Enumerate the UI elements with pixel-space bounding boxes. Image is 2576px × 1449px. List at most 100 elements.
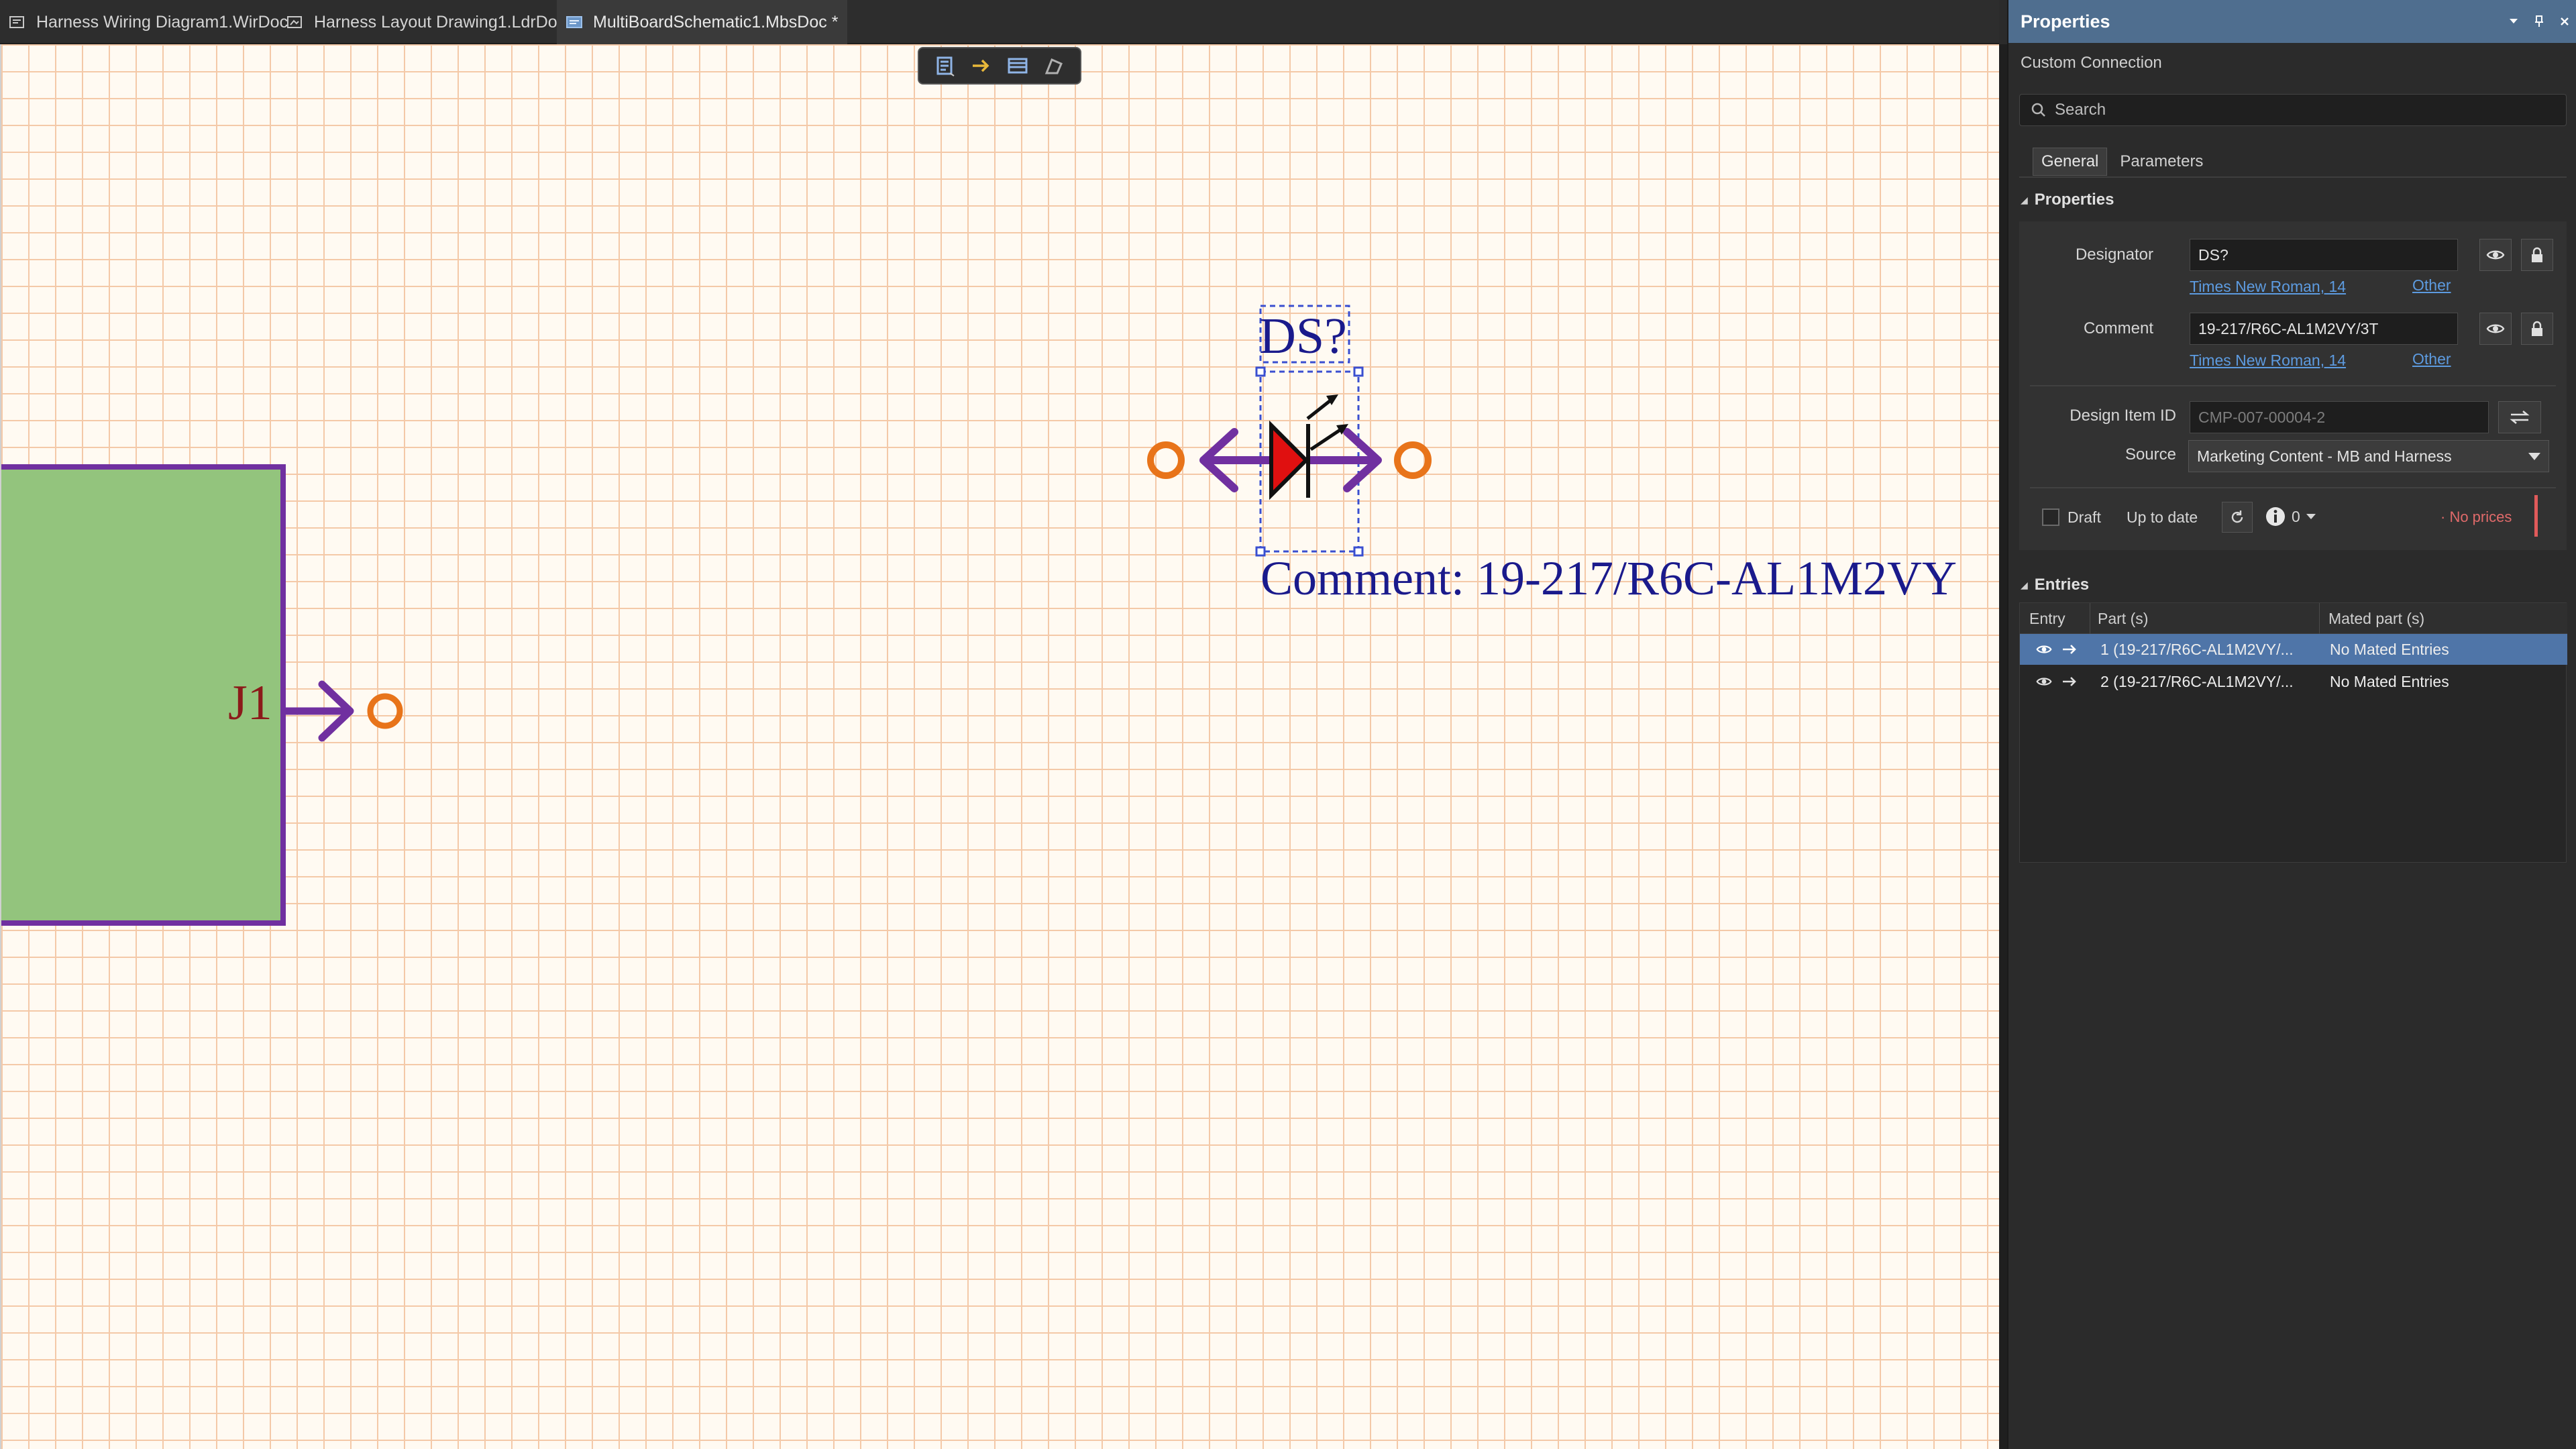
panel-title: Properties [2021, 11, 2110, 32]
led-symbol[interactable] [1147, 394, 1432, 500]
tab-general[interactable]: General [2033, 148, 2108, 176]
place-shape-button[interactable] [1039, 51, 1069, 80]
design-item-id-label: Design Item ID [2070, 407, 2176, 425]
comment-text[interactable]: Comment: 19-217/R6C-AL1M2VY [1260, 551, 1957, 605]
section-title: Properties [2034, 191, 2114, 209]
lock-icon [2532, 247, 2542, 262]
entry-part: 1 (19-217/R6C-AL1M2VY/... [2100, 641, 2294, 658]
connector-j1-label: J1 [228, 676, 272, 731]
entry-mated: No Mated Entries [2330, 673, 2449, 690]
comment-font-link[interactable]: Times New Roman, 14 [2190, 352, 2346, 370]
eye-icon [2486, 250, 2505, 260]
column-mated-parts[interactable]: Mated part (s) [2328, 610, 2424, 628]
entry-part: 2 (19-217/R6C-AL1M2VY/... [2100, 673, 2294, 690]
comment-visibility-button[interactable] [2479, 313, 2512, 345]
lock-icon [2532, 321, 2542, 336]
eye-icon[interactable] [2036, 641, 2052, 657]
chevron-down-icon [2528, 453, 2540, 460]
properties-section-header[interactable]: ◢ Properties [2021, 191, 2114, 209]
divider [2030, 487, 2556, 488]
column-entry[interactable]: Entry [2029, 610, 2065, 628]
table-row[interactable]: 2 (19-217/R6C-AL1M2VY/... No Mated Entri… [2020, 666, 2567, 697]
properties-section: Designator DS? Times New Roman, 14 Other… [2019, 221, 2567, 550]
design-item-id-field: CMP-007-00004-2 [2190, 401, 2489, 433]
entries-section-header[interactable]: ◢ Entries [2021, 576, 2089, 594]
comment-field[interactable]: 19-217/R6C-AL1M2VY/3T [2190, 313, 2458, 345]
designator-font-link[interactable]: Times New Roman, 14 [2190, 278, 2346, 296]
tab-harness-layout-drawing[interactable]: Harness Layout Drawing1.LdrDoc [278, 0, 575, 44]
comment-lock-button[interactable] [2521, 313, 2553, 345]
entry-mated: No Mated Entries [2330, 641, 2449, 658]
arrow-right-icon [2063, 645, 2076, 654]
panel-header: Properties [2008, 0, 2576, 43]
collapse-triangle-icon: ◢ [2021, 579, 2028, 590]
schematic-document-icon [566, 16, 582, 28]
search-icon [2031, 103, 2045, 117]
entries-table: Entry Part (s) Mated part (s) 1 (19-217/… [2019, 602, 2567, 863]
layout-document-icon [287, 16, 302, 28]
schematic-canvas[interactable]: J1 DS? Comment: 19-217/R6C-AL1M2VY [0, 44, 1999, 1449]
divider [2030, 385, 2556, 386]
pin-icon [2535, 15, 2543, 27]
arrow-right-icon [973, 59, 989, 72]
connector-j1-pin[interactable] [283, 680, 403, 742]
properties-panel: Properties Custom Connection General Par… [2007, 0, 2576, 1449]
arrow-right-icon [2063, 677, 2076, 686]
tab-parameters[interactable]: Parameters [2111, 148, 2212, 176]
shape-icon [1044, 58, 1063, 74]
search-input[interactable] [2055, 101, 2551, 119]
panel-close-button[interactable] [2559, 15, 2571, 28]
collapse-triangle-icon: ◢ [2021, 194, 2028, 205]
panel-menu-button[interactable] [2508, 15, 2520, 28]
tab-multiboard-schematic[interactable]: MultiBoardSchematic1.MbsDoc * [557, 0, 848, 44]
schematic-drawing: J1 DS? Comment: 19-217/R6C-AL1M2VY [1, 305, 1957, 926]
chevron-down-icon [2510, 19, 2518, 23]
issues-dropdown[interactable]: 0 [2265, 506, 2316, 527]
designator-text[interactable]: DS? [1259, 308, 1347, 364]
swap-component-button[interactable] [2498, 401, 2541, 433]
close-icon [2561, 17, 2569, 25]
harness-icon [1008, 58, 1028, 74]
tabs-divider [2019, 176, 2567, 178]
designator-other-link[interactable]: Other [2412, 276, 2451, 294]
price-status-bar [2534, 495, 2538, 537]
source-select[interactable]: Marketing Content - MB and Harness [2188, 440, 2549, 472]
tab-harness-wiring-diagram[interactable]: Harness Wiring Diagram1.WirDoc [0, 0, 297, 44]
swap-icon [2510, 411, 2530, 424]
object-type-label: Custom Connection [2021, 54, 2162, 72]
tab-label: Harness Layout Drawing1.LdrDoc [314, 12, 566, 32]
designator-visibility-button[interactable] [2479, 239, 2512, 271]
comment-other-link[interactable]: Other [2412, 350, 2451, 368]
search-box[interactable] [2019, 94, 2567, 126]
eye-icon[interactable] [2036, 674, 2052, 690]
column-separator [2319, 603, 2320, 634]
wiring-document-icon [9, 16, 24, 28]
issues-count: 0 [2292, 507, 2300, 525]
comment-label: Comment [2083, 319, 2153, 337]
refresh-button[interactable] [2222, 502, 2253, 533]
canvas-border [1999, 44, 2007, 1449]
refresh-icon [2231, 511, 2243, 523]
designator-lock-button[interactable] [2521, 239, 2553, 271]
place-connection-button[interactable] [967, 51, 996, 80]
source-selected-value: Marketing Content - MB and Harness [2197, 447, 2452, 465]
source-label: Source [2125, 445, 2176, 464]
info-icon [2266, 507, 2285, 526]
draft-label: Draft [2068, 508, 2101, 526]
properties-tabs: General Parameters [2033, 148, 2212, 176]
draft-checkbox[interactable] [2042, 508, 2059, 526]
tab-label: Harness Wiring Diagram1.WirDoc [36, 12, 288, 32]
panel-pin-button[interactable] [2533, 15, 2545, 28]
active-bar-toolbar [918, 47, 1081, 85]
no-prices-text: · No prices [2440, 508, 2512, 525]
status-text: Up to date [2127, 508, 2198, 526]
column-parts[interactable]: Part (s) [2098, 610, 2148, 628]
filter-icon [936, 56, 955, 76]
table-row[interactable]: 1 (19-217/R6C-AL1M2VY/... No Mated Entri… [2020, 634, 2567, 665]
section-title: Entries [2034, 576, 2090, 594]
place-harness-button[interactable] [1003, 51, 1032, 80]
filter-tool-button[interactable] [930, 51, 960, 80]
tab-label: MultiBoardSchematic1.MbsDoc * [593, 12, 839, 32]
designator-field[interactable]: DS? [2190, 239, 2458, 271]
chevron-down-icon [2306, 514, 2316, 519]
